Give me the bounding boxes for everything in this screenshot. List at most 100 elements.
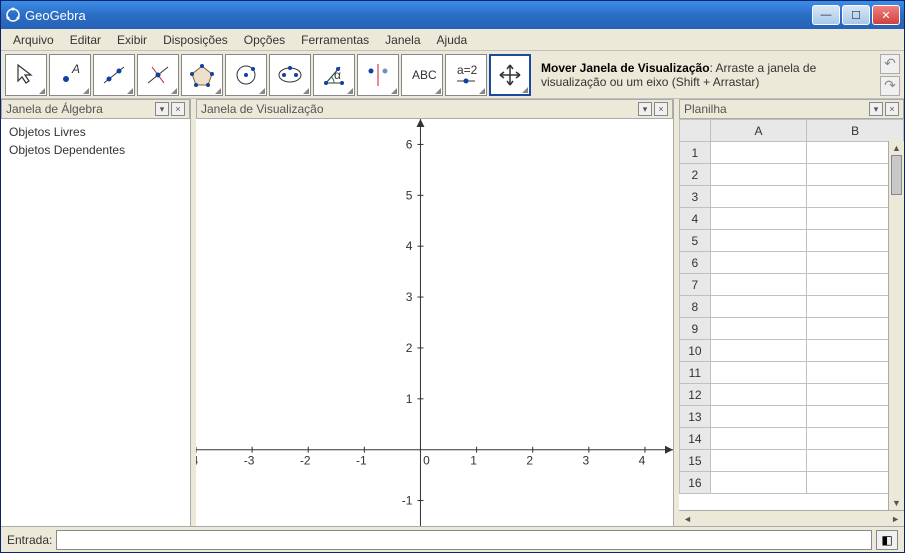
tool-text[interactable]: ABC: [401, 54, 443, 96]
menu-ajuda[interactable]: Ajuda: [429, 31, 476, 49]
cell[interactable]: [710, 186, 807, 208]
tool-line[interactable]: [93, 54, 135, 96]
menu-janela[interactable]: Janela: [377, 31, 428, 49]
menu-editar[interactable]: Editar: [62, 31, 109, 49]
close-button[interactable]: ✕: [872, 5, 900, 25]
col-header[interactable]: B: [807, 120, 904, 142]
menu-ferramentas[interactable]: Ferramentas: [293, 31, 377, 49]
row-header[interactable]: 6: [680, 252, 711, 274]
scroll-up-icon[interactable]: ▲: [889, 141, 904, 155]
tool-move-view[interactable]: [489, 54, 531, 96]
spreadsheet-vscroll[interactable]: ▲ ▼: [888, 141, 904, 510]
algebra-header: Janela de Álgebra ▾ ×: [1, 99, 190, 119]
cell[interactable]: [710, 274, 807, 296]
svg-text:5: 5: [406, 188, 413, 202]
svg-text:0: 0: [423, 454, 430, 468]
graphics-panel: Janela de Visualização ▾ × -4-3-2-101234…: [196, 99, 674, 526]
row-header[interactable]: 15: [680, 450, 711, 472]
cell[interactable]: [710, 362, 807, 384]
tool-slider[interactable]: a=2: [445, 54, 487, 96]
row-header[interactable]: 2: [680, 164, 711, 186]
menu-disposicoes[interactable]: Disposições: [155, 31, 236, 49]
spreadsheet-header: Planilha ▾ ×: [679, 99, 904, 119]
svg-text:-3: -3: [244, 454, 255, 468]
input-bar: Entrada: ◧: [1, 526, 904, 552]
row-header[interactable]: 1: [680, 142, 711, 164]
titlebar: GeoGebra — ☐ ✕: [1, 1, 904, 29]
row-header[interactable]: 13: [680, 406, 711, 428]
row-header[interactable]: 10: [680, 340, 711, 362]
cell[interactable]: [710, 450, 807, 472]
svg-text:2: 2: [406, 341, 413, 355]
tool-point[interactable]: A: [49, 54, 91, 96]
cell[interactable]: [710, 406, 807, 428]
input-history-button[interactable]: ◧: [876, 530, 898, 550]
col-header[interactable]: A: [710, 120, 807, 142]
tool-perpendicular[interactable]: [137, 54, 179, 96]
cell[interactable]: [710, 230, 807, 252]
cell[interactable]: [710, 164, 807, 186]
tool-reflect[interactable]: [357, 54, 399, 96]
scroll-down-icon[interactable]: ▼: [889, 496, 904, 510]
row-header[interactable]: 5: [680, 230, 711, 252]
cell[interactable]: [710, 252, 807, 274]
graphics-menu-button[interactable]: ▾: [638, 102, 652, 116]
tool-move[interactable]: [5, 54, 47, 96]
spreadsheet-hscroll[interactable]: ◄ ►: [679, 510, 904, 526]
svg-text:-2: -2: [300, 454, 311, 468]
menu-arquivo[interactable]: Arquivo: [5, 31, 62, 49]
spreadsheet-grid[interactable]: AB12345678910111213141516: [679, 119, 904, 510]
redo-button[interactable]: ↷: [880, 76, 900, 96]
app-icon: [5, 7, 21, 23]
spreadsheet-menu-button[interactable]: ▾: [869, 102, 883, 116]
row-header[interactable]: 9: [680, 318, 711, 340]
cell[interactable]: [710, 318, 807, 340]
row-header[interactable]: 7: [680, 274, 711, 296]
cell[interactable]: [710, 340, 807, 362]
graphics-close-button[interactable]: ×: [654, 102, 668, 116]
tool-angle[interactable]: α: [313, 54, 355, 96]
tool-polygon[interactable]: [181, 54, 223, 96]
row-header[interactable]: 8: [680, 296, 711, 318]
undo-button[interactable]: ↶: [880, 54, 900, 74]
row-header[interactable]: 16: [680, 472, 711, 494]
algebra-free-objects[interactable]: Objetos Livres: [9, 123, 182, 141]
maximize-button[interactable]: ☐: [842, 5, 870, 25]
graphics-view[interactable]: -4-3-2-101234-1123456: [196, 119, 673, 526]
cell[interactable]: [710, 208, 807, 230]
algebra-menu-button[interactable]: ▾: [155, 102, 169, 116]
input-label: Entrada:: [7, 533, 52, 547]
row-header[interactable]: 11: [680, 362, 711, 384]
algebra-body[interactable]: Objetos Livres Objetos Dependentes: [1, 119, 190, 526]
spreadsheet-close-button[interactable]: ×: [885, 102, 899, 116]
cell[interactable]: [710, 296, 807, 318]
algebra-close-button[interactable]: ×: [171, 102, 185, 116]
scroll-thumb[interactable]: [891, 155, 902, 195]
menu-exibir[interactable]: Exibir: [109, 31, 155, 49]
cell[interactable]: [710, 384, 807, 406]
tool-circle[interactable]: [225, 54, 267, 96]
svg-text:4: 4: [406, 239, 413, 253]
cell[interactable]: [710, 142, 807, 164]
svg-text:1: 1: [470, 454, 477, 468]
svg-text:1: 1: [406, 392, 413, 406]
tool-ellipse[interactable]: [269, 54, 311, 96]
row-header[interactable]: 14: [680, 428, 711, 450]
input-field[interactable]: [56, 530, 872, 550]
svg-text:A: A: [71, 62, 80, 76]
spreadsheet-body: AB12345678910111213141516 ▲ ▼ ◄ ►: [679, 119, 904, 526]
row-header[interactable]: 12: [680, 384, 711, 406]
cell[interactable]: [710, 472, 807, 494]
cell[interactable]: [710, 428, 807, 450]
coordinate-plane[interactable]: -4-3-2-101234-1123456: [196, 119, 673, 526]
svg-text:ABC: ABC: [412, 68, 436, 82]
menu-opcoes[interactable]: Opções: [236, 31, 293, 49]
svg-text:a=2: a=2: [457, 63, 478, 77]
algebra-dependent-objects[interactable]: Objetos Dependentes: [9, 141, 182, 159]
svg-text:3: 3: [582, 454, 589, 468]
row-header[interactable]: 3: [680, 186, 711, 208]
svg-text:4: 4: [639, 454, 646, 468]
row-header[interactable]: 4: [680, 208, 711, 230]
svg-text:6: 6: [406, 137, 413, 151]
minimize-button[interactable]: —: [812, 5, 840, 25]
